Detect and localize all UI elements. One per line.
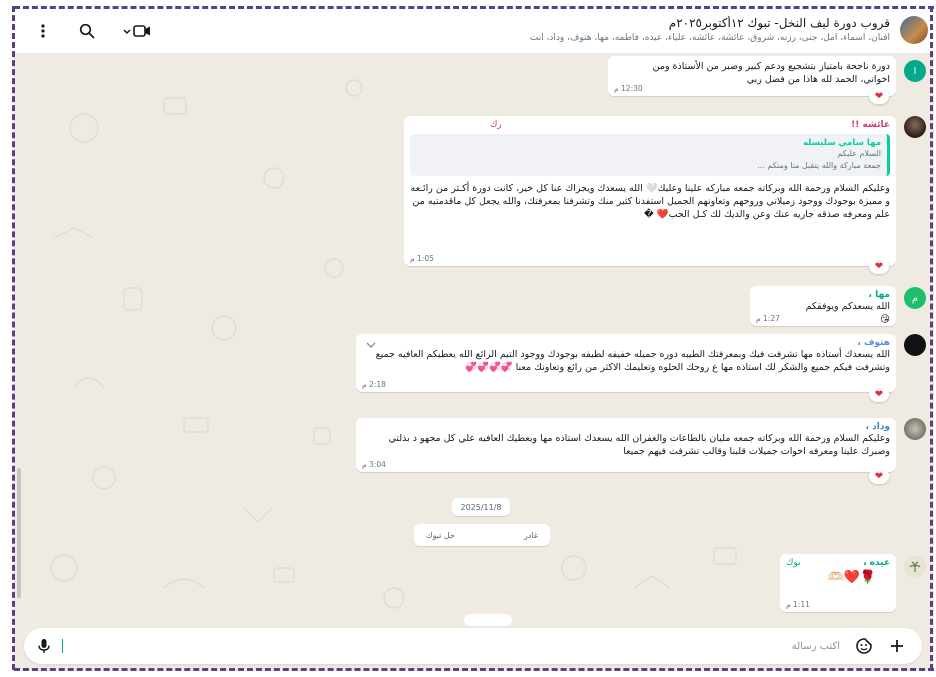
frame-border-left bbox=[12, 6, 15, 670]
avatar-letter: I bbox=[913, 65, 917, 77]
sticker-icon bbox=[856, 638, 872, 654]
message-text: وعليكم السلام ورحمة الله وبركاته جمعه مب… bbox=[410, 183, 890, 220]
avatar[interactable]: I bbox=[904, 60, 926, 82]
avatar-letter: م bbox=[911, 292, 919, 304]
search-icon[interactable] bbox=[76, 20, 98, 42]
chat-title: قروب دورة ليف النخل- تبوك ١٢أكتوبر٢٠٢٥م bbox=[668, 16, 890, 30]
avatar[interactable]: م bbox=[904, 287, 926, 309]
palm-icon bbox=[909, 561, 921, 572]
sender-name[interactable]: وداد ، bbox=[362, 422, 890, 432]
frame-border-top bbox=[14, 6, 934, 9]
reaction-badge[interactable]: ❤ bbox=[869, 258, 889, 274]
video-icon bbox=[123, 25, 150, 37]
sender-name[interactable]: عائشه !! bbox=[851, 120, 890, 130]
scrollbar[interactable] bbox=[17, 468, 21, 598]
system-notice-text: غادر bbox=[523, 530, 538, 540]
attach-button[interactable] bbox=[886, 635, 908, 657]
reaction-badge[interactable]: ❤ bbox=[869, 468, 889, 484]
message-bubble[interactable]: عائشه !! رك مها سامي سليسله السلام عليكم… bbox=[404, 116, 896, 266]
sender-tag: بوك bbox=[786, 558, 801, 568]
message-input[interactable] bbox=[70, 634, 840, 658]
avatar[interactable] bbox=[904, 334, 926, 356]
chat-header: قروب دورة ليف النخل- تبوك ١٢أكتوبر٢٠٢٥م … bbox=[14, 8, 934, 54]
text-caret bbox=[62, 639, 63, 653]
sticker-button[interactable] bbox=[854, 636, 874, 656]
chat-info[interactable]: قروب دورة ليف النخل- تبوك ١٢أكتوبر٢٠٢٥م … bbox=[330, 16, 890, 43]
chat-members: أفنان، أسماء، امل، جنى، رزنه، شروق، عائش… bbox=[529, 33, 890, 43]
message-bubble[interactable]: وداد ، وعليكم السلام ورحمة الله وبركاته … bbox=[356, 418, 896, 472]
system-notice: غادر حل تبوك bbox=[414, 524, 550, 546]
frame-border-right bbox=[930, 6, 933, 670]
quote-sender: مها سامي سليسله bbox=[803, 138, 881, 148]
date-separator-partial bbox=[464, 614, 512, 626]
message-time: 1:05 م bbox=[410, 254, 434, 263]
chevron-down-icon[interactable] bbox=[364, 338, 378, 352]
frame-border-bottom bbox=[14, 668, 934, 671]
message-bubble[interactable]: عيده ، بوك 🌹❤️🫶🏻 1:11 م bbox=[780, 554, 896, 612]
message-composer bbox=[24, 628, 922, 664]
quote-line: السلام عليكم bbox=[837, 149, 881, 158]
avatar[interactable] bbox=[904, 418, 926, 440]
plus-icon bbox=[891, 640, 903, 652]
sender-tag: رك bbox=[490, 120, 502, 130]
mic-icon bbox=[38, 639, 50, 653]
video-call-button[interactable] bbox=[120, 20, 154, 42]
message-text: الله يسعدك أستاذه مها تشرفت فيك وبمعرفتك… bbox=[375, 349, 890, 373]
message-text: وعليكم السلام ورحمة الله وبركاته جمعه مل… bbox=[388, 433, 890, 457]
reaction-badge[interactable]: ❤ bbox=[869, 386, 889, 402]
message-time: 1:11 م bbox=[786, 600, 810, 609]
group-avatar[interactable] bbox=[900, 16, 928, 44]
sender-name[interactable]: عيده ، bbox=[863, 558, 890, 568]
message-text: 🌹❤️🫶🏻 bbox=[827, 570, 876, 585]
sender-name[interactable]: مها ، bbox=[756, 290, 890, 300]
system-notice-text: حل تبوك bbox=[426, 530, 455, 540]
mic-button[interactable] bbox=[34, 636, 54, 656]
quoted-message[interactable]: مها سامي سليسله السلام عليكم جمعة مباركة… bbox=[410, 134, 890, 176]
message-bubble[interactable]: دورة ناجحة بامتياز بتشجيع ودعم كبير وصبر… bbox=[608, 56, 896, 96]
message-time: 2:18 م bbox=[362, 380, 386, 389]
message-time: 1:27 م bbox=[756, 314, 780, 323]
quote-line: جمعة مباركة والله يتقبل منا ومنكم ... bbox=[757, 161, 881, 170]
message-text: دورة ناجحة بامتياز بتشجيع ودعم كبير وصبر… bbox=[652, 61, 890, 85]
message-bubble[interactable]: مها ، الله يسعدكم ويوفقكم 😘 1:27 م bbox=[750, 286, 896, 326]
avatar[interactable] bbox=[904, 556, 926, 578]
avatar[interactable] bbox=[904, 116, 926, 138]
reaction-badge[interactable]: ❤ bbox=[869, 88, 889, 104]
message-time: 12:30 م bbox=[614, 84, 643, 93]
sender-name[interactable]: هتوف ، bbox=[362, 338, 890, 348]
chat-window: قروب دورة ليف النخل- تبوك ١٢أكتوبر٢٠٢٥م … bbox=[14, 8, 934, 671]
date-separator: 2025/11/8 bbox=[452, 498, 510, 516]
message-time: 3:04 م bbox=[362, 460, 386, 469]
kebab-icon[interactable] bbox=[32, 20, 54, 42]
message-bubble[interactable]: هتوف ، الله يسعدك أستاذه مها تشرفت فيك و… bbox=[356, 334, 896, 392]
